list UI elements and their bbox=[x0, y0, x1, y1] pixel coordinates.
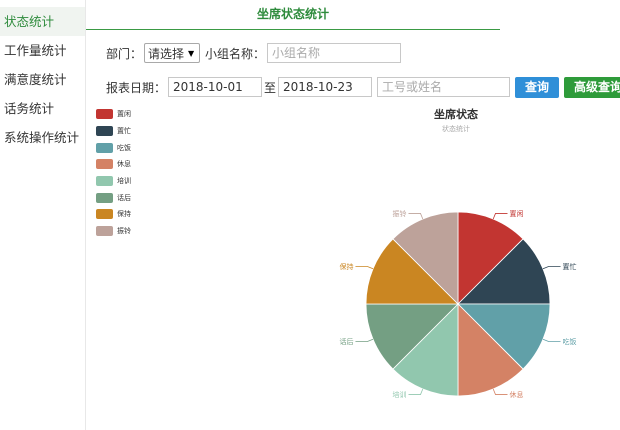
pie-slice-label: 置忙 bbox=[563, 262, 577, 271]
pie-slice-label: 保持 bbox=[339, 262, 353, 271]
pie-label-line bbox=[408, 388, 424, 395]
pie-slice-label: 置闲 bbox=[510, 209, 524, 218]
pie-label-line bbox=[408, 213, 424, 220]
pie-slice-label: 振铃 bbox=[392, 209, 406, 218]
pie-slice-label: 话后 bbox=[339, 337, 353, 346]
pie-slice-label: 培训 bbox=[392, 390, 406, 399]
pie-label-line bbox=[492, 388, 508, 395]
pie-label-line bbox=[355, 338, 374, 342]
pie-label-line bbox=[492, 213, 508, 220]
pie-slice-label: 吃饭 bbox=[563, 337, 577, 346]
pie-label-line bbox=[542, 338, 561, 342]
pie-chart: 置闲置忙吃饭休息 培训 话后 保持 振铃 bbox=[339, 209, 577, 399]
pie-slice-label: 休息 bbox=[510, 390, 524, 399]
pie-label-line bbox=[355, 266, 374, 270]
pie-label-line bbox=[542, 266, 561, 270]
